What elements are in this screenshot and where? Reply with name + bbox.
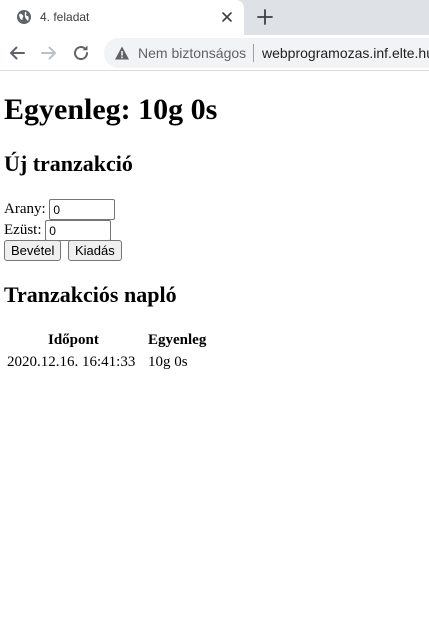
gold-row: Arany:: [4, 199, 116, 220]
new-tab-icon[interactable]: [256, 8, 274, 26]
gold-label: Arany:: [4, 200, 46, 217]
column-header-time: Időpont: [48, 332, 99, 348]
log-heading: Tranzakciós napló: [4, 282, 177, 307]
tab-strip: 4. feladat: [0, 0, 429, 35]
log-row-balance: 10g 0s: [148, 354, 188, 370]
browser-chrome: 4. feladat Nem biztonságos webprogramoza…: [0, 0, 429, 71]
column-header-balance: Egyenleg: [148, 332, 207, 348]
omnibox-divider: [253, 44, 254, 62]
close-icon[interactable]: [220, 10, 234, 24]
gold-input[interactable]: [49, 199, 116, 220]
url-text[interactable]: webprogramozas.inf.elte.hu: [262, 45, 429, 61]
log-row-time: 2020.12.16. 16:41:33: [7, 354, 136, 370]
silver-row: Ezüst:: [4, 220, 112, 241]
new-transaction-heading: Új tranzakció: [4, 151, 133, 176]
silver-input[interactable]: [45, 220, 112, 241]
security-label[interactable]: Nem biztonságos: [138, 45, 246, 61]
globe-icon: [17, 10, 31, 24]
expense-button[interactable]: Kiadás: [68, 240, 122, 261]
reload-icon[interactable]: [71, 43, 91, 63]
silver-label: Ezüst:: [4, 221, 42, 238]
forward-arrow-icon[interactable]: [39, 43, 59, 63]
browser-toolbar: Nem biztonságos webprogramozas.inf.elte.…: [0, 35, 429, 71]
back-arrow-icon[interactable]: [7, 43, 27, 63]
tab-title: 4. feladat: [40, 10, 90, 24]
address-bar[interactable]: Nem biztonságos webprogramozas.inf.elte.…: [104, 38, 429, 68]
browser-tab[interactable]: 4. feladat: [0, 0, 244, 35]
balance-heading: Egyenleg: 10g 0s: [4, 93, 218, 126]
income-button[interactable]: Bevétel: [4, 240, 62, 261]
warning-icon[interactable]: [114, 45, 130, 61]
